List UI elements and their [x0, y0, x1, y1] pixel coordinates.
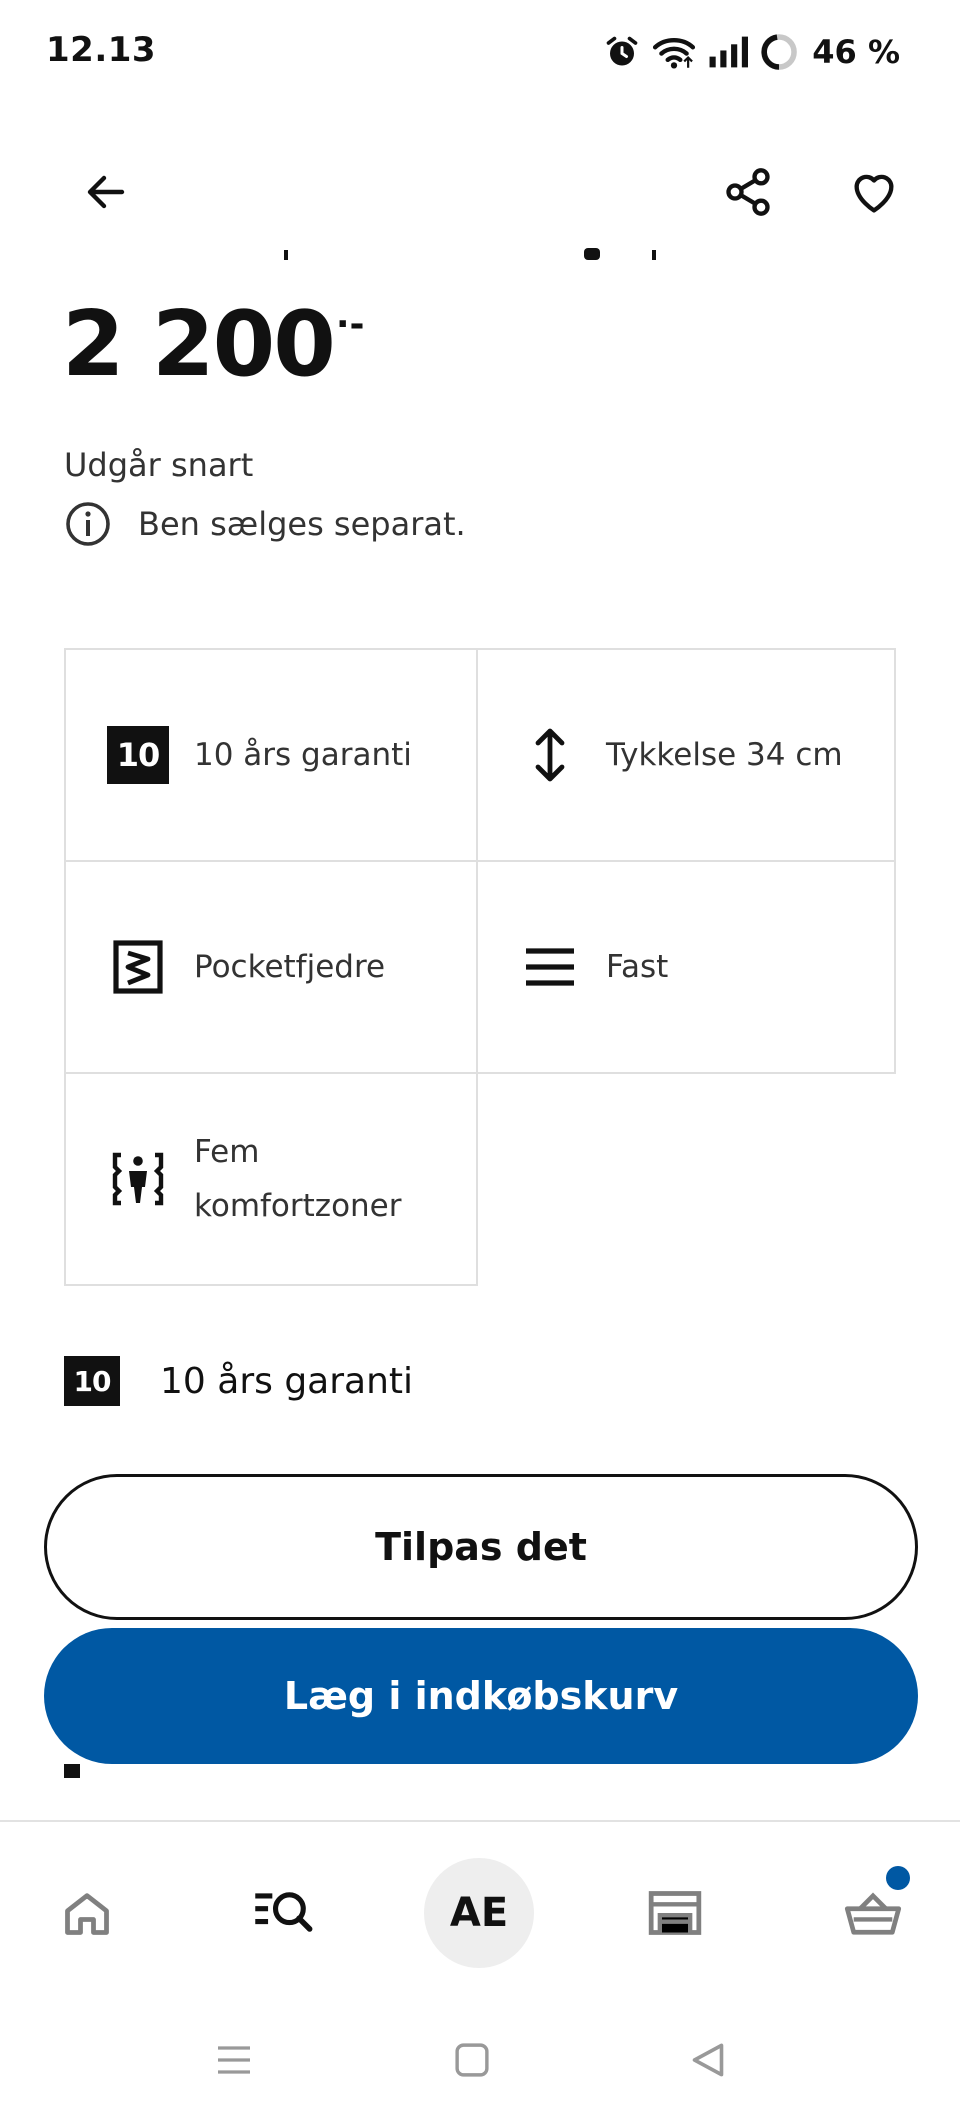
warranty-row[interactable]: 10 10 års garanti [64, 1356, 413, 1406]
triangle-back-icon [692, 2043, 724, 2077]
bottom-navigation: AE [0, 1820, 960, 2000]
search-list-icon [255, 1892, 313, 1932]
nav-account-avatar[interactable]: AE [424, 1858, 534, 1968]
nav-search[interactable] [228, 1858, 338, 1968]
feature-firmness: Fast [476, 860, 896, 1074]
back-arrow-icon [87, 175, 125, 209]
wifi-icon [653, 38, 696, 69]
share-button[interactable] [708, 152, 788, 232]
firmness-lines-icon [526, 948, 574, 986]
price-integer: 2 200 [62, 292, 336, 397]
system-back-button[interactable] [678, 2030, 738, 2090]
price-decimal: ·- [335, 304, 365, 345]
comfort-zones-cell-icon [106, 1147, 170, 1211]
battery-level: 46 % [812, 33, 900, 71]
add-to-cart-button[interactable]: Læg i indkøbskurv [44, 1628, 918, 1764]
battery-icon [761, 34, 798, 70]
signal-icon [709, 36, 749, 68]
system-navigation-bar [0, 2000, 960, 2112]
cart-icon [844, 1892, 902, 1935]
home-icon [65, 1893, 109, 1935]
ten-year-badge-icon: 10 [106, 723, 170, 787]
share-icon [726, 168, 770, 216]
heart-icon [854, 174, 894, 213]
favorite-button[interactable] [834, 152, 914, 232]
feature-thickness: Tykkelse 34 cm [476, 648, 896, 862]
nav-cart[interactable] [818, 1858, 928, 1968]
square-home-icon [455, 2043, 489, 2077]
info-icon [66, 502, 110, 546]
feature-pocket-springs: Pocketfjedre [64, 860, 478, 1074]
ten-year-badge-icon: 10 [64, 1356, 120, 1406]
feature-comfort-zones: Fem komfortzoner [64, 1072, 478, 1286]
discontinued-status: Udgår snart [64, 446, 254, 484]
system-home-button[interactable] [442, 2030, 502, 2090]
nav-stores[interactable] [620, 1858, 730, 1968]
recent-apps-button[interactable] [204, 2030, 264, 2090]
cart-notification-dot [886, 1866, 910, 1890]
nav-home[interactable] [32, 1858, 142, 1968]
feature-label: Fem komfortzoner [194, 1133, 402, 1224]
info-note: Ben sælges separat. [64, 500, 466, 548]
comfort-zones-icon [112, 1152, 164, 1206]
alarm-icon [606, 36, 638, 66]
product-price: 2 200 ·- [62, 300, 364, 390]
pocket-spring-icon [113, 940, 163, 994]
status-time: 12.13 [46, 30, 157, 70]
recent-apps-icon [218, 2046, 250, 2074]
info-note-text: Ben sælges separat. [138, 505, 466, 543]
feature-warranty: 10 10 års garanti [64, 648, 478, 862]
feature-label: Pocketfjedre [194, 948, 386, 985]
feature-label: Tykkelse 34 cm [606, 736, 843, 773]
top-app-bar [0, 140, 960, 244]
back-button[interactable] [66, 152, 146, 232]
pocket-spring-cell-icon [106, 935, 170, 999]
store-icon [648, 1891, 702, 1935]
status-icons: 46 % [604, 30, 900, 74]
feature-label: 10 års garanti [194, 736, 412, 773]
thickness-cell-icon [518, 723, 582, 787]
feature-label: Fast [606, 948, 669, 985]
firmness-cell-icon [518, 935, 582, 999]
product-name-clipped [64, 248, 864, 278]
warranty-label: 10 års garanti [160, 1360, 414, 1402]
thickness-arrow-icon [535, 728, 565, 782]
clipped-text-remnant [284, 248, 656, 260]
customize-button[interactable]: Tilpas det [44, 1474, 918, 1620]
hidden-content-peek [64, 1764, 80, 1778]
status-bar: 12.13 46 % [0, 0, 960, 104]
